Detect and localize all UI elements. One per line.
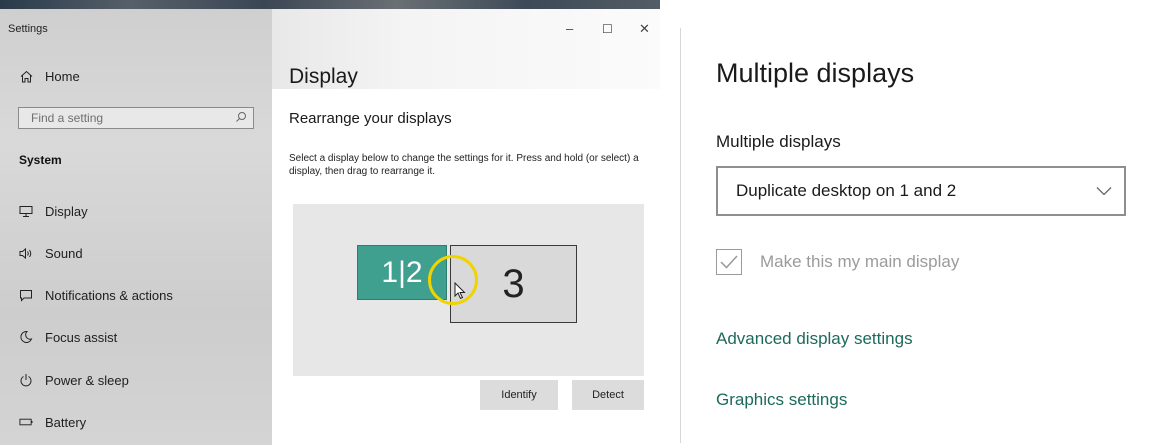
multiple-displays-dropdown[interactable]: Duplicate desktop on 1 and 2 — [716, 166, 1126, 216]
sidebar-item-battery[interactable]: Battery — [0, 407, 272, 437]
detect-button[interactable]: Detect — [572, 380, 644, 410]
monitor-1-2-label: 1|2 — [381, 255, 423, 289]
sidebar-item-label: Sound — [45, 245, 83, 261]
page-title: Display — [289, 65, 358, 88]
main-display-option: Make this my main display — [716, 246, 959, 278]
sidebar-item-label: Focus assist — [45, 329, 118, 345]
advanced-display-settings-link[interactable]: Advanced display settings — [716, 329, 913, 349]
click-highlight-ring — [428, 255, 478, 305]
identify-button[interactable]: Identify — [480, 380, 558, 410]
main-display-checkbox[interactable] — [716, 249, 742, 275]
multiple-displays-title: Multiple displays — [716, 58, 915, 88]
desktop-strip — [0, 0, 660, 9]
display-page: – ☐ ✕ Display Rearrange your displays Se… — [272, 9, 660, 445]
section-subtitle: Rearrange your displays — [289, 110, 452, 127]
main-display-label: Make this my main display — [760, 252, 960, 271]
monitor-3-label: 3 — [502, 261, 525, 306]
settings-window: Settings Home Find a setting System Disp… — [0, 0, 660, 445]
sidebar-item-label: Display — [45, 203, 88, 219]
sidebar-item-notifications[interactable]: Notifications & actions — [0, 280, 272, 310]
section-heading: System — [19, 153, 62, 167]
search-placeholder: Find a setting — [31, 111, 104, 125]
sidebar-item-label: Power & sleep — [45, 372, 129, 388]
sidebar-item-home[interactable]: Home — [0, 61, 272, 91]
panel-divider — [680, 28, 681, 443]
maximize-button[interactable]: ☐ — [602, 22, 613, 36]
search-icon — [235, 111, 247, 126]
graphics-settings-link[interactable]: Graphics settings — [716, 390, 847, 410]
monitor-icon — [19, 204, 33, 218]
search-input[interactable]: Find a setting — [18, 107, 254, 129]
sidebar-item-sound[interactable]: Sound — [0, 238, 272, 268]
notification-icon — [19, 288, 33, 302]
sidebar-item-label: Home — [45, 68, 80, 84]
moon-icon — [19, 330, 33, 344]
power-icon — [19, 373, 33, 387]
home-icon — [19, 69, 33, 83]
mouse-cursor-icon — [454, 282, 466, 300]
dropdown-value: Duplicate desktop on 1 and 2 — [736, 181, 957, 200]
sidebar-item-power-sleep[interactable]: Power & sleep — [0, 365, 272, 395]
sidebar-item-display[interactable]: Display — [0, 196, 272, 226]
sidebar-item-label: Notifications & actions — [45, 287, 173, 303]
checkmark-icon — [720, 255, 738, 269]
minimize-button[interactable]: – — [566, 21, 573, 36]
app-title: Settings — [8, 23, 48, 35]
description-text: Select a display below to change the set… — [289, 153, 639, 177]
multiple-displays-label: Multiple displays — [716, 132, 841, 151]
chevron-down-icon — [1096, 181, 1112, 201]
battery-icon — [19, 415, 33, 429]
speaker-icon — [19, 246, 33, 260]
sidebar-item-label: Battery — [45, 414, 87, 430]
sidebar: Settings Home Find a setting System Disp… — [0, 9, 272, 445]
display-arrangement-area[interactable]: 3 1|2 — [293, 204, 644, 376]
sidebar-item-focus-assist[interactable]: Focus assist — [0, 322, 272, 352]
close-button[interactable]: ✕ — [639, 21, 650, 37]
